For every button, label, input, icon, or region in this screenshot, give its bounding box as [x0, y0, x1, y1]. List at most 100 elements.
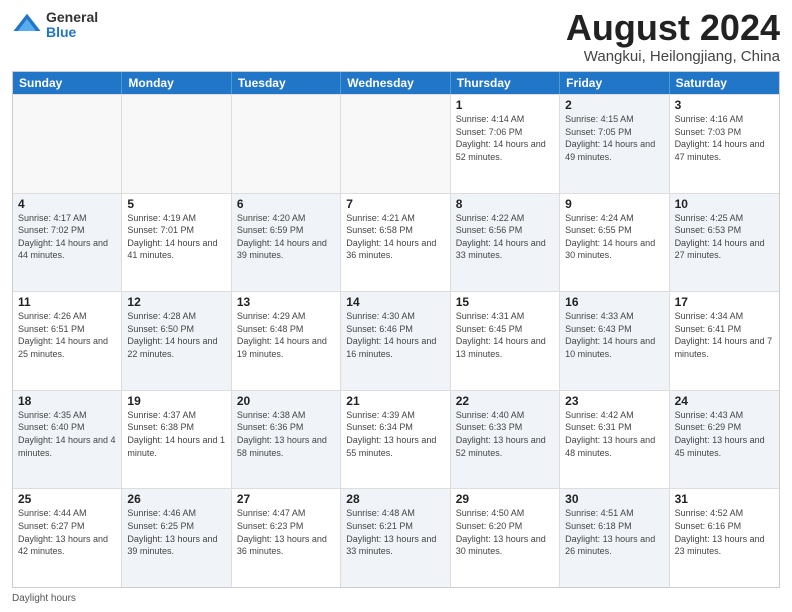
day-number: 18 — [18, 394, 116, 408]
day-info: Sunrise: 4:26 AM Sunset: 6:51 PM Dayligh… — [18, 310, 116, 360]
day-info: Sunrise: 4:21 AM Sunset: 6:58 PM Dayligh… — [346, 212, 444, 262]
cal-cell-day-1: 1Sunrise: 4:14 AM Sunset: 7:06 PM Daylig… — [451, 95, 560, 193]
cal-cell-day-12: 12Sunrise: 4:28 AM Sunset: 6:50 PM Dayli… — [122, 292, 231, 390]
calendar-body: 1Sunrise: 4:14 AM Sunset: 7:06 PM Daylig… — [13, 94, 779, 587]
cal-cell-day-15: 15Sunrise: 4:31 AM Sunset: 6:45 PM Dayli… — [451, 292, 560, 390]
cal-cell-day-8: 8Sunrise: 4:22 AM Sunset: 6:56 PM Daylig… — [451, 194, 560, 292]
day-info: Sunrise: 4:47 AM Sunset: 6:23 PM Dayligh… — [237, 507, 335, 557]
day-number: 2 — [565, 98, 663, 112]
logo-icon — [12, 10, 42, 40]
cal-cell-empty — [232, 95, 341, 193]
day-number: 6 — [237, 197, 335, 211]
day-number: 5 — [127, 197, 225, 211]
title-month: August 2024 — [566, 10, 780, 46]
day-number: 25 — [18, 492, 116, 506]
cal-cell-day-17: 17Sunrise: 4:34 AM Sunset: 6:41 PM Dayli… — [670, 292, 779, 390]
day-info: Sunrise: 4:37 AM Sunset: 6:38 PM Dayligh… — [127, 409, 225, 459]
day-number: 26 — [127, 492, 225, 506]
day-number: 7 — [346, 197, 444, 211]
day-info: Sunrise: 4:50 AM Sunset: 6:20 PM Dayligh… — [456, 507, 554, 557]
daylight-hours-label: Daylight hours — [12, 593, 76, 604]
cal-cell-day-28: 28Sunrise: 4:48 AM Sunset: 6:21 PM Dayli… — [341, 489, 450, 587]
day-number: 3 — [675, 98, 774, 112]
cal-cell-day-30: 30Sunrise: 4:51 AM Sunset: 6:18 PM Dayli… — [560, 489, 669, 587]
day-number: 15 — [456, 295, 554, 309]
cal-cell-empty — [341, 95, 450, 193]
day-info: Sunrise: 4:38 AM Sunset: 6:36 PM Dayligh… — [237, 409, 335, 459]
day-info: Sunrise: 4:34 AM Sunset: 6:41 PM Dayligh… — [675, 310, 774, 360]
cal-cell-day-31: 31Sunrise: 4:52 AM Sunset: 6:16 PM Dayli… — [670, 489, 779, 587]
cal-cell-empty — [13, 95, 122, 193]
page: General Blue August 2024 Wangkui, Heilon… — [0, 0, 792, 612]
calendar-header: Sunday Monday Tuesday Wednesday Thursday… — [13, 72, 779, 94]
day-info: Sunrise: 4:39 AM Sunset: 6:34 PM Dayligh… — [346, 409, 444, 459]
day-info: Sunrise: 4:52 AM Sunset: 6:16 PM Dayligh… — [675, 507, 774, 557]
header-friday: Friday — [560, 72, 669, 94]
day-info: Sunrise: 4:48 AM Sunset: 6:21 PM Dayligh… — [346, 507, 444, 557]
cal-cell-day-13: 13Sunrise: 4:29 AM Sunset: 6:48 PM Dayli… — [232, 292, 341, 390]
day-number: 11 — [18, 295, 116, 309]
header-wednesday: Wednesday — [341, 72, 450, 94]
header: General Blue August 2024 Wangkui, Heilon… — [12, 10, 780, 65]
cal-week-5: 25Sunrise: 4:44 AM Sunset: 6:27 PM Dayli… — [13, 488, 779, 587]
day-info: Sunrise: 4:25 AM Sunset: 6:53 PM Dayligh… — [675, 212, 774, 262]
cal-cell-day-16: 16Sunrise: 4:33 AM Sunset: 6:43 PM Dayli… — [560, 292, 669, 390]
cal-week-1: 1Sunrise: 4:14 AM Sunset: 7:06 PM Daylig… — [13, 94, 779, 193]
day-number: 16 — [565, 295, 663, 309]
cal-cell-day-18: 18Sunrise: 4:35 AM Sunset: 6:40 PM Dayli… — [13, 391, 122, 489]
day-info: Sunrise: 4:44 AM Sunset: 6:27 PM Dayligh… — [18, 507, 116, 557]
day-number: 27 — [237, 492, 335, 506]
day-info: Sunrise: 4:43 AM Sunset: 6:29 PM Dayligh… — [675, 409, 774, 459]
cal-cell-day-3: 3Sunrise: 4:16 AM Sunset: 7:03 PM Daylig… — [670, 95, 779, 193]
day-number: 4 — [18, 197, 116, 211]
day-info: Sunrise: 4:40 AM Sunset: 6:33 PM Dayligh… — [456, 409, 554, 459]
calendar: Sunday Monday Tuesday Wednesday Thursday… — [12, 71, 780, 588]
logo: General Blue — [12, 10, 98, 41]
cal-cell-day-22: 22Sunrise: 4:40 AM Sunset: 6:33 PM Dayli… — [451, 391, 560, 489]
day-info: Sunrise: 4:20 AM Sunset: 6:59 PM Dayligh… — [237, 212, 335, 262]
cal-cell-day-11: 11Sunrise: 4:26 AM Sunset: 6:51 PM Dayli… — [13, 292, 122, 390]
cal-cell-day-9: 9Sunrise: 4:24 AM Sunset: 6:55 PM Daylig… — [560, 194, 669, 292]
cal-week-4: 18Sunrise: 4:35 AM Sunset: 6:40 PM Dayli… — [13, 390, 779, 489]
day-number: 19 — [127, 394, 225, 408]
day-number: 8 — [456, 197, 554, 211]
day-info: Sunrise: 4:30 AM Sunset: 6:46 PM Dayligh… — [346, 310, 444, 360]
header-monday: Monday — [122, 72, 231, 94]
cal-cell-day-7: 7Sunrise: 4:21 AM Sunset: 6:58 PM Daylig… — [341, 194, 450, 292]
day-info: Sunrise: 4:24 AM Sunset: 6:55 PM Dayligh… — [565, 212, 663, 262]
day-number: 10 — [675, 197, 774, 211]
cal-cell-day-23: 23Sunrise: 4:42 AM Sunset: 6:31 PM Dayli… — [560, 391, 669, 489]
day-number: 21 — [346, 394, 444, 408]
day-number: 12 — [127, 295, 225, 309]
day-number: 1 — [456, 98, 554, 112]
cal-cell-day-21: 21Sunrise: 4:39 AM Sunset: 6:34 PM Dayli… — [341, 391, 450, 489]
cal-cell-day-14: 14Sunrise: 4:30 AM Sunset: 6:46 PM Dayli… — [341, 292, 450, 390]
day-info: Sunrise: 4:51 AM Sunset: 6:18 PM Dayligh… — [565, 507, 663, 557]
day-info: Sunrise: 4:42 AM Sunset: 6:31 PM Dayligh… — [565, 409, 663, 459]
day-info: Sunrise: 4:29 AM Sunset: 6:48 PM Dayligh… — [237, 310, 335, 360]
cal-cell-day-26: 26Sunrise: 4:46 AM Sunset: 6:25 PM Dayli… — [122, 489, 231, 587]
day-number: 14 — [346, 295, 444, 309]
day-info: Sunrise: 4:17 AM Sunset: 7:02 PM Dayligh… — [18, 212, 116, 262]
day-info: Sunrise: 4:35 AM Sunset: 6:40 PM Dayligh… — [18, 409, 116, 459]
day-info: Sunrise: 4:28 AM Sunset: 6:50 PM Dayligh… — [127, 310, 225, 360]
day-number: 20 — [237, 394, 335, 408]
day-number: 13 — [237, 295, 335, 309]
cal-cell-day-2: 2Sunrise: 4:15 AM Sunset: 7:05 PM Daylig… — [560, 95, 669, 193]
title-block: August 2024 Wangkui, Heilongjiang, China — [566, 10, 780, 65]
day-info: Sunrise: 4:16 AM Sunset: 7:03 PM Dayligh… — [675, 113, 774, 163]
cal-cell-day-10: 10Sunrise: 4:25 AM Sunset: 6:53 PM Dayli… — [670, 194, 779, 292]
day-info: Sunrise: 4:31 AM Sunset: 6:45 PM Dayligh… — [456, 310, 554, 360]
day-number: 24 — [675, 394, 774, 408]
cal-cell-day-4: 4Sunrise: 4:17 AM Sunset: 7:02 PM Daylig… — [13, 194, 122, 292]
cal-cell-day-5: 5Sunrise: 4:19 AM Sunset: 7:01 PM Daylig… — [122, 194, 231, 292]
cal-cell-day-27: 27Sunrise: 4:47 AM Sunset: 6:23 PM Dayli… — [232, 489, 341, 587]
footer: Daylight hours — [12, 593, 780, 604]
header-tuesday: Tuesday — [232, 72, 341, 94]
day-number: 22 — [456, 394, 554, 408]
day-number: 23 — [565, 394, 663, 408]
title-location: Wangkui, Heilongjiang, China — [566, 48, 780, 65]
cal-cell-day-19: 19Sunrise: 4:37 AM Sunset: 6:38 PM Dayli… — [122, 391, 231, 489]
cal-week-3: 11Sunrise: 4:26 AM Sunset: 6:51 PM Dayli… — [13, 291, 779, 390]
logo-general-text: General — [46, 10, 98, 25]
